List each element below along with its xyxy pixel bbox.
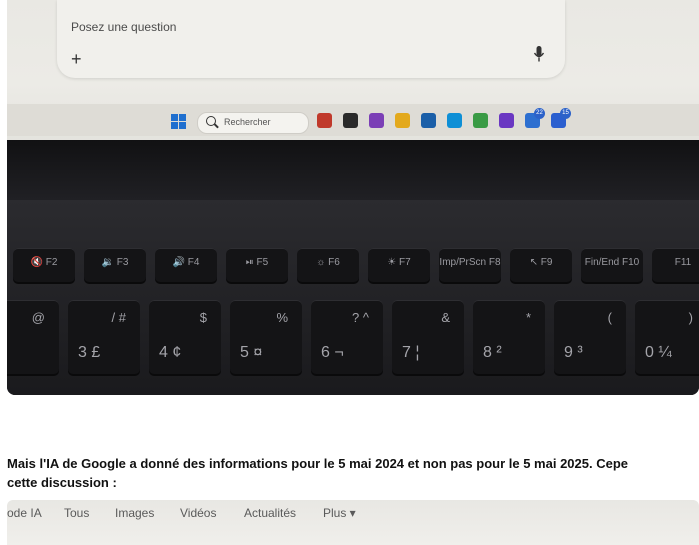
function-key-label: ☀ F7 <box>387 257 411 268</box>
function-key-label: Fin/End F10 <box>584 257 640 268</box>
search-tab[interactable]: Plus ▾ <box>323 506 356 520</box>
taskbar-app-icon[interactable]: 15 <box>551 108 571 128</box>
search-tabs-photo: ode IA Tous Images Vidéos Actualités Plus ▾ <box>7 500 699 545</box>
key-shift-symbol: ) <box>688 310 693 325</box>
function-key-label: ↖ F9 <box>529 257 553 268</box>
search-tab[interactable]: Actualités <box>244 506 296 520</box>
function-key-label: F11 <box>674 257 692 268</box>
key-main-symbol: 0 ¼ <box>645 344 672 361</box>
function-key[interactable]: 🔉 F3 <box>84 248 146 282</box>
function-key-label: 🔊 F4 <box>172 257 200 268</box>
windows-start-icon[interactable] <box>171 114 187 130</box>
search-tab[interactable]: Tous <box>64 506 89 520</box>
taskbar-app-icon[interactable] <box>421 113 436 128</box>
key-shift-symbol: ( <box>607 310 612 325</box>
function-key[interactable]: ☀ F7 <box>368 248 430 282</box>
function-key[interactable]: Fin/End F10 <box>581 248 643 282</box>
plus-icon[interactable]: + <box>71 50 82 68</box>
key-shift-symbol: $ <box>199 310 207 325</box>
taskbar-app-icon[interactable]: 22 <box>525 108 545 128</box>
function-key[interactable]: 🔇 F2 <box>13 248 75 282</box>
taskbar-app-icon[interactable] <box>473 113 488 128</box>
laptop-screen: Posez une question + Rechercher 22 15 <box>7 0 699 140</box>
key-shift-symbol: @ <box>31 310 45 325</box>
number-key[interactable]: / # 3 £ <box>68 300 140 374</box>
notification-badge: 15 <box>560 108 571 119</box>
number-key[interactable]: ) 0 ¼ <box>635 300 699 374</box>
microphone-icon[interactable] <box>533 45 545 63</box>
key-main-symbol: 5 ¤ <box>240 344 263 361</box>
taskbar-app-icon[interactable] <box>317 113 332 128</box>
search-tab[interactable]: Vidéos <box>180 506 216 520</box>
question-prompt-box[interactable]: Posez une question + <box>57 0 565 78</box>
function-key[interactable]: ⏯ F5 <box>226 248 288 282</box>
key-shift-symbol: * <box>525 310 531 325</box>
number-key[interactable]: @2 <box>7 300 59 374</box>
taskbar-app-icon[interactable] <box>447 113 462 128</box>
function-key-label: 🔉 F3 <box>101 257 129 268</box>
notification-badge: 22 <box>534 108 545 119</box>
number-key[interactable]: $4 ¢ <box>149 300 221 374</box>
article-paragraph: Mais l'IA de Google a donné des informat… <box>7 454 699 492</box>
taskbar-app-icon[interactable] <box>395 113 410 128</box>
key-shift-symbol: / # <box>111 310 126 325</box>
key-main-symbol: 9 ³ <box>564 344 583 361</box>
laptop-keyboard: 🔇 F2 🔉 F3 🔊 F4 ⏯ F5 ☼ F6 ☀ F7 Imp/PrScn F8 ↖ F9… <box>7 200 699 395</box>
search-tab[interactable]: Images <box>115 506 154 520</box>
number-key[interactable]: % 5 ¤ <box>230 300 302 374</box>
search-icon <box>206 116 216 126</box>
function-key-label: ☼ F6 <box>316 257 340 268</box>
function-key[interactable]: Imp/PrScn F8 <box>439 248 501 282</box>
search-tab[interactable]: ode IA <box>7 506 42 520</box>
key-main-symbol: 4 ¢ <box>159 344 182 361</box>
function-key-label: 🔇 F2 <box>30 257 58 268</box>
function-key-label: Imp/PrScn F8 <box>439 257 501 268</box>
function-key[interactable]: 🔊 F4 <box>155 248 217 282</box>
key-shift-symbol: % <box>276 310 288 325</box>
taskbar-app-icon[interactable] <box>369 113 384 128</box>
prompt-placeholder[interactable]: Posez une question <box>71 20 176 34</box>
key-main-symbol: 3 £ <box>78 344 101 361</box>
key-main-symbol: 7 ¦ <box>402 344 420 361</box>
number-key[interactable]: (9 ³ <box>554 300 626 374</box>
number-key[interactable]: ? ^ 6 ¬ <box>311 300 383 374</box>
key-main-symbol: 8 ² <box>483 344 502 361</box>
taskbar-search-label: Rechercher <box>224 117 271 127</box>
key-shift-symbol: ? ^ <box>352 310 369 325</box>
number-key[interactable]: * 8 ² <box>473 300 545 374</box>
function-key[interactable]: ☼ F6 <box>297 248 359 282</box>
laptop-photo: Posez une question + Rechercher 22 15 🔇 F… <box>7 0 699 395</box>
taskbar-app-icon[interactable] <box>343 113 358 128</box>
function-key[interactable]: F11 <box>652 248 699 282</box>
article-line-2: cette discussion : <box>7 475 117 490</box>
article-line-1: Mais l'IA de Google a donné des informat… <box>7 456 628 471</box>
function-key[interactable]: ↖ F9 <box>510 248 572 282</box>
key-shift-symbol: & <box>441 310 450 325</box>
taskbar-search-box[interactable]: Rechercher <box>197 112 309 134</box>
function-key-label: ⏯ F5 <box>245 257 269 268</box>
taskbar-app-icon[interactable] <box>499 113 514 128</box>
windows-taskbar: Rechercher 22 15 <box>7 104 699 136</box>
key-main-symbol: 6 ¬ <box>321 344 344 361</box>
laptop-bezel <box>7 140 699 200</box>
number-key[interactable]: & 7 ¦ <box>392 300 464 374</box>
